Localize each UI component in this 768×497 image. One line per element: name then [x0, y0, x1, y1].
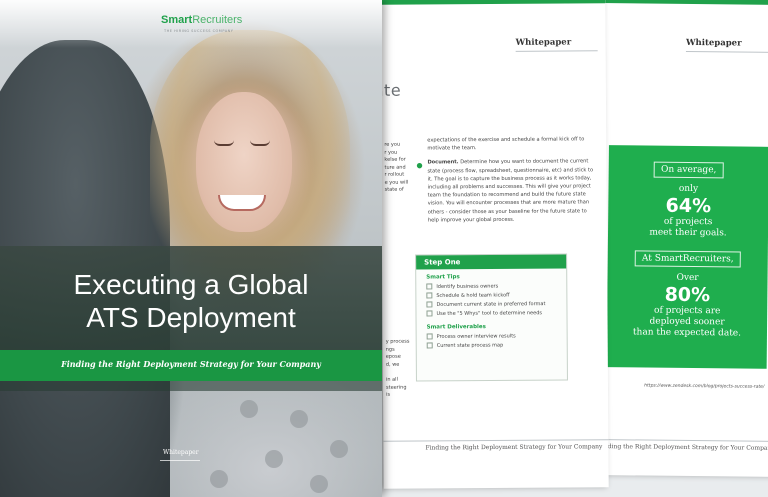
stat-pill-smartrecruiters: At SmartRecruiters,: [634, 250, 741, 268]
page-header-label: Whitepaper: [515, 37, 572, 48]
stat-value-64: 64%: [665, 194, 712, 218]
page-footer: Finding the Right Deployment Strategy fo…: [597, 443, 768, 452]
bullet-paragraph: Document. Determine how you want to docu…: [427, 158, 594, 224]
page-header-label: Whitepaper: [685, 37, 742, 49]
checkbox-icon: [426, 341, 433, 348]
polka-dot: [290, 410, 308, 428]
cover-subtitle: Finding the Right Deployment Strategy fo…: [61, 359, 321, 369]
polka-dot: [240, 400, 258, 418]
checkbox-icon: [426, 309, 433, 316]
polka-dot: [330, 440, 348, 458]
stat-post-text: meet their goals.: [649, 227, 727, 239]
step-one-box: Step One Smart Tips Identify business ow…: [415, 253, 568, 382]
smart-tips-label: Smart Tips: [426, 274, 460, 281]
checklist-item: Current state process map: [426, 341, 567, 348]
cropped-text-column: re you r you kelse for ture and r rollout e y…: [384, 141, 409, 193]
whitepaper-page-stats: Whitepaper On average, only 64% of proje…: [595, 0, 768, 477]
title-band-bottom: [0, 381, 382, 391]
checkbox-icon: [426, 282, 433, 289]
page-top-bar: [600, 0, 768, 5]
smart-deliverables-label: Smart Deliverables: [426, 324, 486, 331]
footer-rule: [595, 439, 768, 442]
checkbox-icon: [426, 291, 433, 298]
statistics-panel: On average, only 64% of projects meet th…: [606, 145, 768, 369]
checklist-item: Identify business owners: [426, 282, 566, 289]
header-rule: [685, 50, 768, 53]
bullet-icon: ●: [416, 161, 423, 170]
polka-dot: [265, 450, 283, 468]
header-rule: [515, 50, 598, 52]
page-top-bar: [380, 0, 606, 5]
polka-dot: [310, 475, 328, 493]
stat-post-text: than the expected date.: [632, 327, 742, 339]
checkbox-icon: [426, 332, 433, 339]
cover-doc-type-rule: [160, 460, 200, 461]
eye-shape: [250, 140, 270, 146]
section-heading-fragment: tate: [380, 80, 402, 100]
checkbox-icon: [426, 300, 433, 307]
whitepaper-cover: SmartRecruiters THE HIRING SUCCESS COMPA…: [0, 0, 382, 497]
footer-rule: [383, 439, 609, 442]
smartrecruiters-logo: SmartRecruiters: [161, 14, 243, 26]
page-footer: Finding the Right Deployment Strategy fo…: [425, 443, 603, 452]
step-title: Step One: [416, 254, 567, 270]
checklist-item: Document current state in preferred form…: [426, 300, 566, 307]
eye-shape: [214, 140, 234, 146]
brand-tagline: THE HIRING SUCCESS COMPANY: [164, 29, 234, 33]
cover-doc-type: Whitepaper: [163, 449, 199, 456]
checklist-item: Use the "5 Whys" tool to determine needs: [426, 309, 566, 316]
stat-pill-average: On average,: [653, 161, 724, 179]
stat-value-80: 80%: [664, 283, 711, 307]
checklist-item: Process owner interview results: [426, 332, 567, 339]
face-shape: [196, 92, 292, 232]
intro-paragraph: expectations of the exercise and schedul…: [427, 136, 585, 152]
checklist-item: Schedule & hold team kickoff: [426, 291, 566, 298]
cover-title: Executing a Global ATS Deployment: [73, 269, 309, 333]
whitepaper-page-step-one: Whitepaper tate re you r you kelse for ture…: [380, 0, 609, 489]
cropped-text-column: y process ngs epose d, we in all steering is: [385, 338, 410, 398]
citation-text: https://www.zendesk.com/blog/projects-su…: [644, 383, 765, 390]
body-text: expectations of the exercise and schedul…: [427, 135, 598, 224]
polka-dot: [210, 470, 228, 488]
